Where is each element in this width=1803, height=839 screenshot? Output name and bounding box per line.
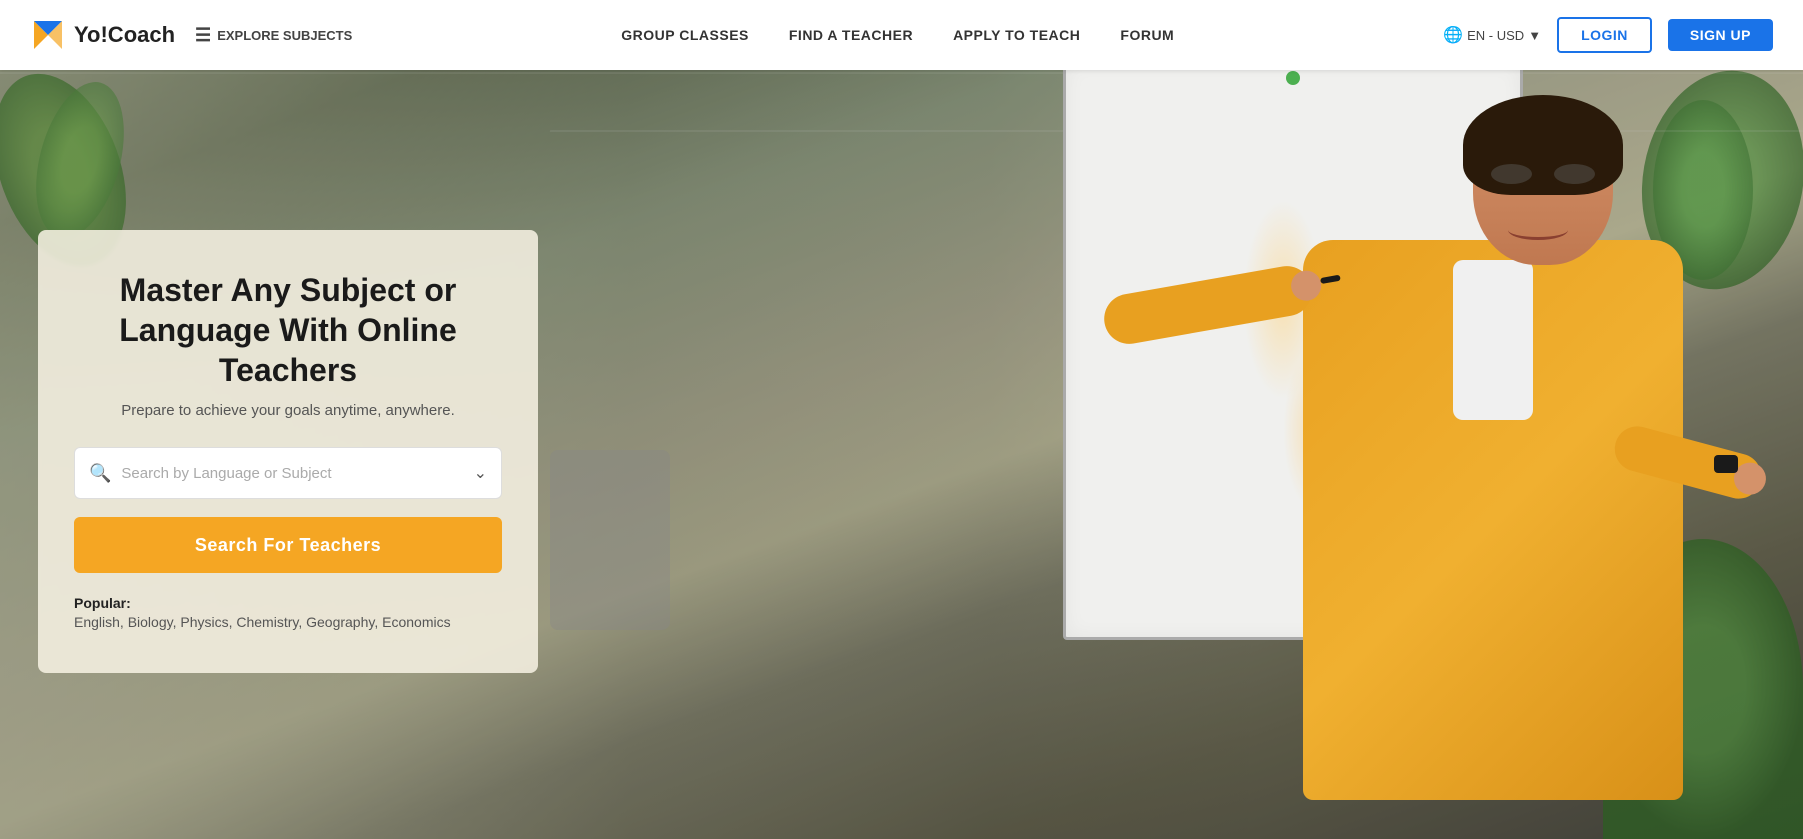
lang-label: EN - USD: [1467, 28, 1524, 43]
teacher-shirt: [1453, 260, 1533, 420]
hero-title: Master Any Subject or Language With Onli…: [74, 270, 502, 390]
nav-forum[interactable]: FORUM: [1120, 27, 1174, 43]
explore-label: EXPLORE SUBJECTS: [217, 28, 352, 43]
teacher-body: [1303, 240, 1683, 800]
teacher-glasses: [1488, 160, 1598, 188]
search-icon: 🔍: [89, 463, 111, 484]
marker: [1320, 275, 1341, 284]
search-for-teachers-button[interactable]: Search For Teachers: [74, 517, 502, 573]
chair-bg: [550, 450, 670, 630]
navbar: Yo!Coach ☰ EXPLORE SUBJECTS GROUP CLASSE…: [0, 0, 1803, 70]
logo-text: Yo!Coach: [74, 22, 175, 48]
popular-label: Popular:: [74, 595, 131, 611]
nav-find-teacher[interactable]: FIND A TEACHER: [789, 27, 913, 43]
signup-button[interactable]: SIGN UP: [1668, 19, 1773, 51]
logo-icon: [30, 17, 66, 53]
nav-right: 🌐 EN - USD ▼ LOGIN SIGN UP: [1443, 17, 1773, 53]
nav-apply-teach[interactable]: APPLY TO TEACH: [953, 27, 1080, 43]
nav-center: GROUP CLASSES FIND A TEACHER APPLY TO TE…: [352, 27, 1443, 43]
hero-section: Master Any Subject or Language With Onli…: [0, 0, 1803, 839]
teacher-hand: [1289, 268, 1324, 303]
search-placeholder-text: Search by Language or Subject: [121, 465, 473, 482]
chevron-down-icon: ⌄: [474, 463, 487, 483]
chevron-down-icon: ▼: [1528, 28, 1541, 43]
nav-group-classes[interactable]: GROUP CLASSES: [621, 27, 749, 43]
explore-subjects-menu[interactable]: ☰ EXPLORE SUBJECTS: [195, 25, 352, 46]
globe-icon: 🌐: [1443, 25, 1463, 45]
subject-search-box[interactable]: 🔍 Search by Language or Subject ⌄: [74, 447, 502, 499]
teacher-head: [1473, 105, 1613, 265]
whiteboard-dot: [1286, 71, 1300, 85]
teacher-smile: [1508, 220, 1568, 240]
teacher-watch: [1714, 455, 1738, 473]
login-button[interactable]: LOGIN: [1557, 17, 1652, 53]
hero-subtitle: Prepare to achieve your goals anytime, a…: [74, 402, 502, 419]
ceiling-line: [0, 72, 1803, 74]
hamburger-icon: ☰: [195, 25, 211, 46]
popular-tags: English, Biology, Physics, Chemistry, Ge…: [74, 611, 451, 633]
popular-row: Popular: English, Biology, Physics, Chem…: [74, 595, 502, 633]
hero-card: Master Any Subject or Language With Onli…: [38, 230, 538, 673]
language-selector[interactable]: 🌐 EN - USD ▼: [1443, 25, 1541, 45]
logo-link[interactable]: Yo!Coach: [30, 17, 175, 53]
